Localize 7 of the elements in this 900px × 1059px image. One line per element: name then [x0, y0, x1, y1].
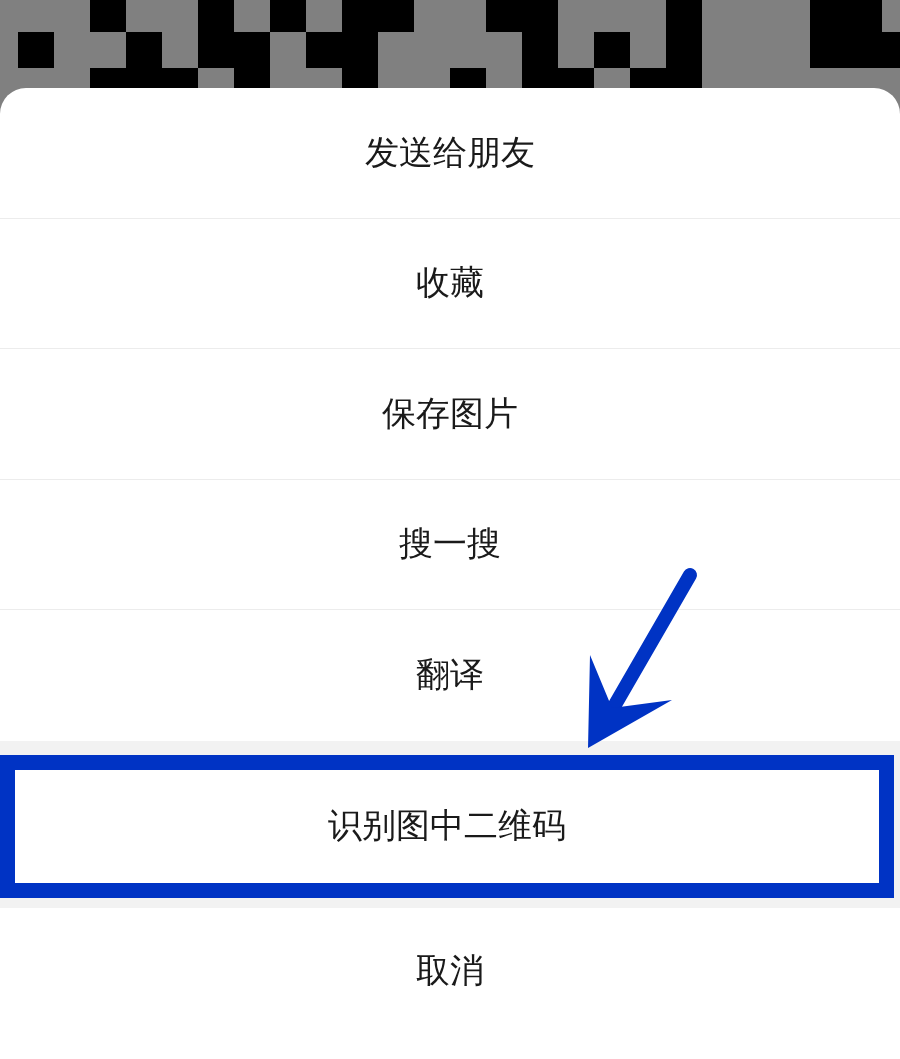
menu-item[interactable]: 识别图中二维码 — [0, 754, 894, 898]
menu-item[interactable]: 发送给朋友 — [0, 88, 900, 219]
menu-item[interactable]: 搜一搜 — [0, 479, 900, 610]
menu-item[interactable]: 收藏 — [0, 218, 900, 349]
menu-item[interactable]: 保存图片 — [0, 349, 900, 480]
cancel-button[interactable]: 取消 — [0, 897, 900, 1059]
menu-item[interactable]: 翻译 — [0, 610, 900, 741]
